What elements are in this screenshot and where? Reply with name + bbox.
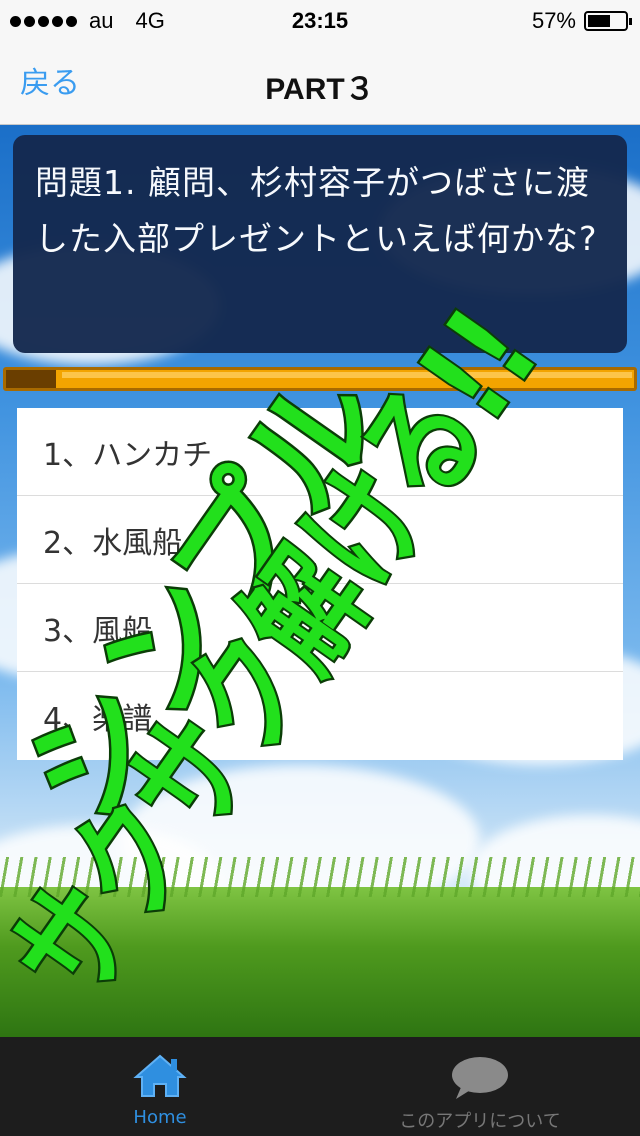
answer-list: 1、ハンカチ 2、水風船 3、風船 4、楽譜 [17,408,623,760]
navigation-bar: 戻る PART３ [0,40,640,125]
answer-option-3[interactable]: 3、風船 [17,584,623,672]
timer-elapsed [6,370,56,388]
tab-bar: Home このアプリについて [0,1037,640,1136]
battery-percent: 57% [531,8,576,33]
tab-about-app[interactable]: このアプリについて [320,1037,640,1136]
answer-option-1[interactable]: 1、ハンカチ [17,408,623,496]
tab-home[interactable]: Home [0,1037,320,1136]
question-card: 問題1. 顧問、杉村容子がつばさに渡した入部プレゼントといえば何かな? [13,135,627,353]
home-icon [133,1054,187,1097]
answer-option-2[interactable]: 2、水風船 [17,496,623,584]
tab-home-label: Home [133,1107,187,1128]
battery-icon [584,11,632,31]
grass-field [0,857,640,1037]
timer-bar [3,367,637,391]
tab-about-label: このアプリについて [399,1111,561,1132]
page-title: PART３ [265,73,375,106]
question-text: 問題1. 顧問、杉村容子がつばさに渡した入部プレゼントといえば何かな? [35,163,598,258]
status-bar: au 4G 23:15 57% [0,0,640,40]
speech-bubble-icon [452,1057,508,1099]
answer-option-4[interactable]: 4、楽譜 [17,672,623,760]
